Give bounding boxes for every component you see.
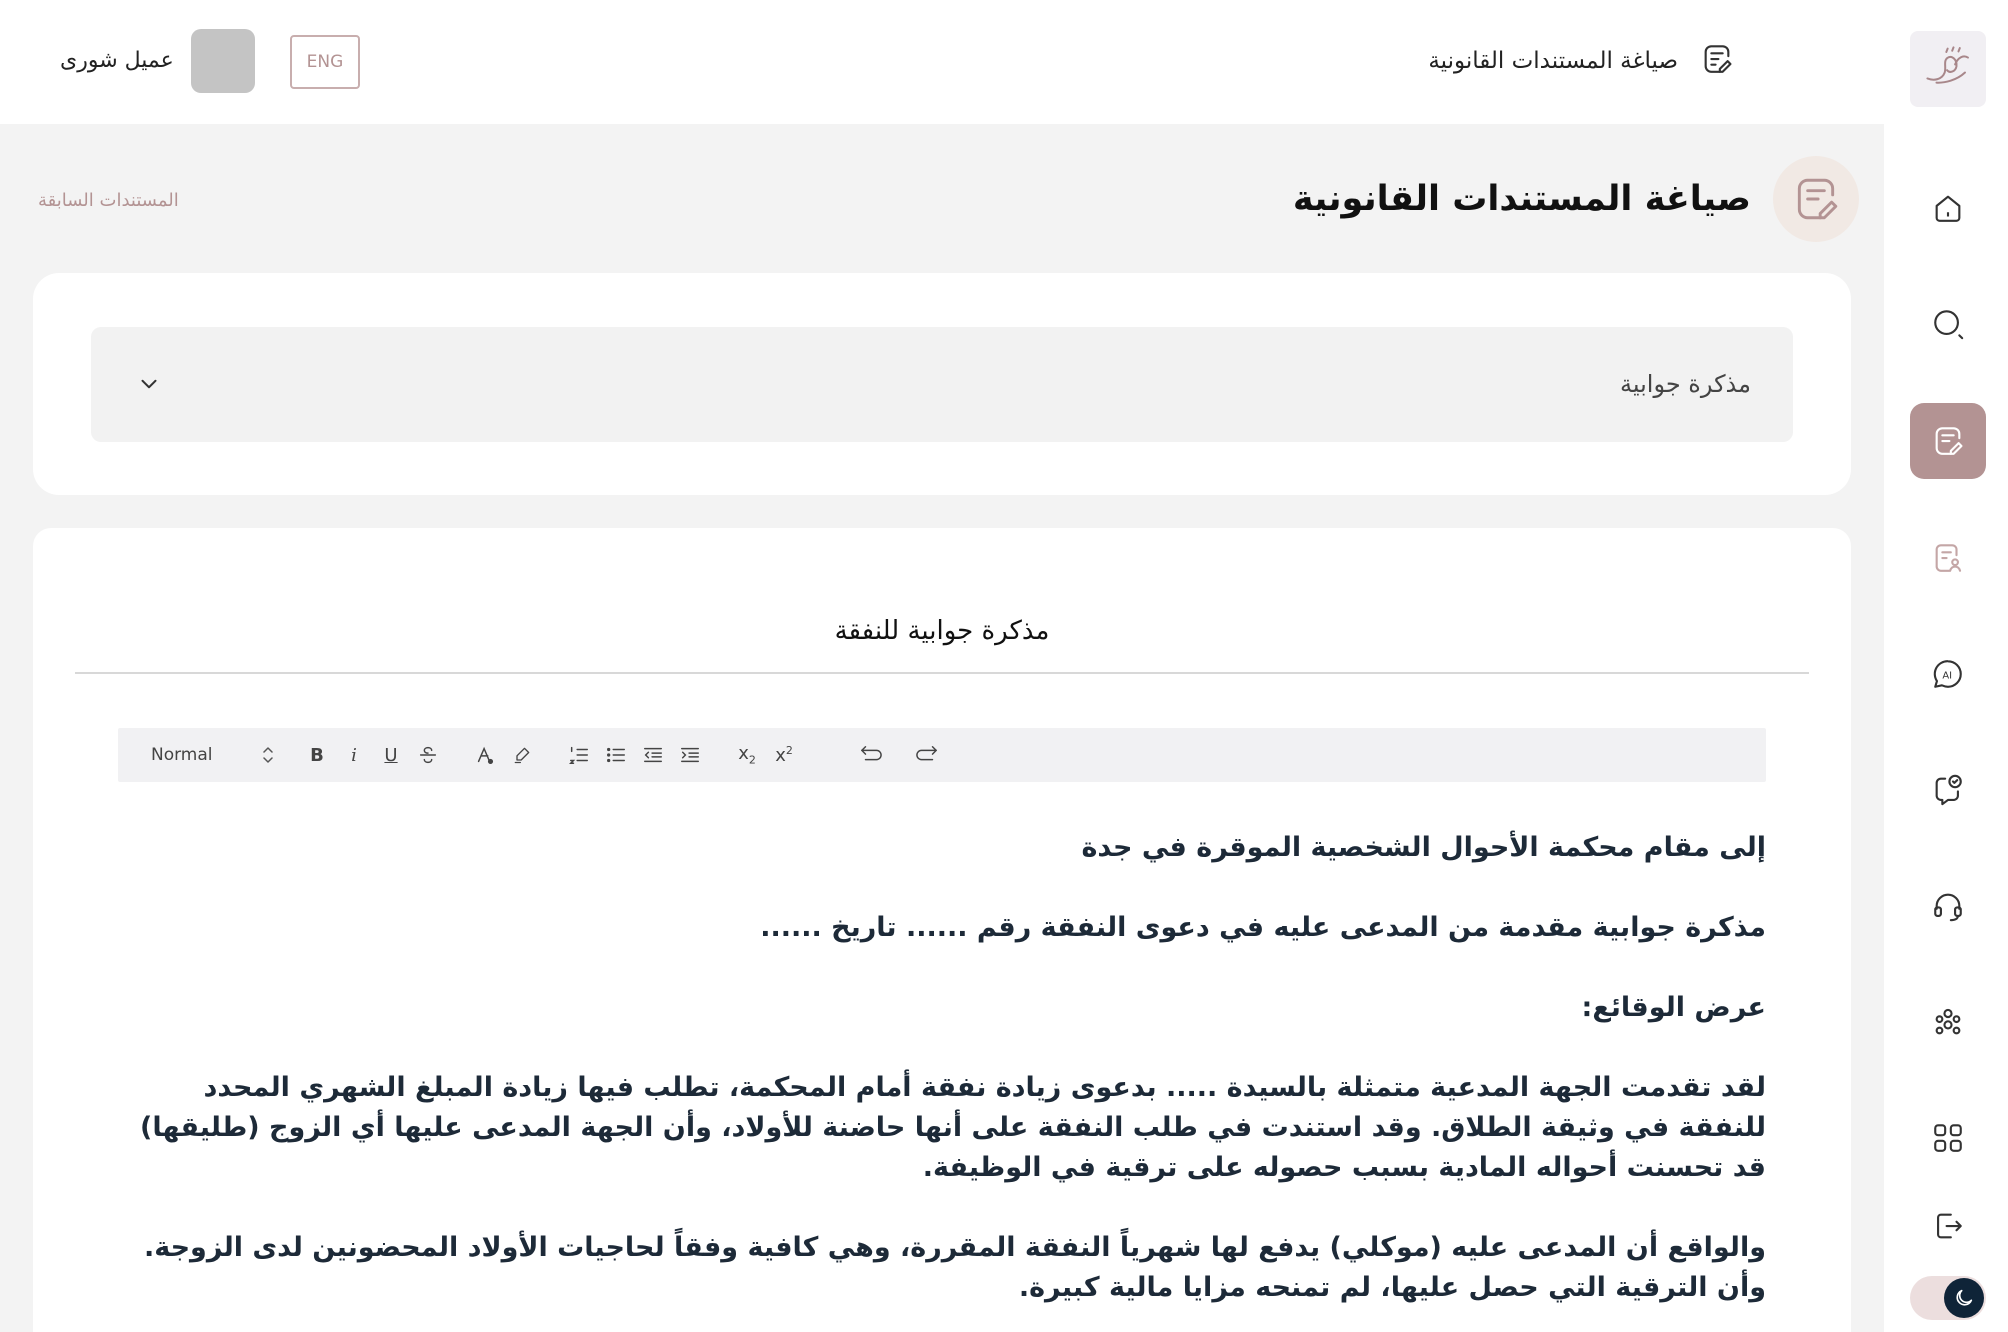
bold-label: B: [310, 744, 324, 766]
editor-content[interactable]: إلى مقام محكمة الأحوال الشخصية الموقرة ف…: [118, 828, 1766, 1332]
sidebar-item-ai-assistant[interactable]: AI: [1910, 636, 1986, 712]
bold-button[interactable]: B: [299, 736, 336, 774]
underline-label: U: [384, 744, 398, 766]
sidebar-item-document-review[interactable]: [1910, 520, 1986, 596]
consultation-check-icon: [1935, 774, 1962, 806]
topbar-title-group: صياغة المستندات القانونية: [1428, 42, 1734, 80]
indent-icon: [681, 747, 699, 763]
outdent-button[interactable]: [635, 736, 672, 774]
redo-icon: [915, 746, 937, 761]
document-type-selected-value: مذكرة جوابية: [1619, 370, 1751, 398]
highlight-button[interactable]: [504, 736, 541, 774]
indent-button[interactable]: [672, 736, 709, 774]
page-header: صياغة المستندات القانونية: [1293, 156, 1859, 242]
bullet-list-icon: [607, 747, 625, 763]
bullet-list-button[interactable]: [598, 736, 635, 774]
sidebar-item-search[interactable]: [1910, 286, 1986, 362]
sidebar-item-logout[interactable]: [1910, 1188, 1986, 1264]
apps-grid-icon: [1934, 1124, 1962, 1152]
ordered-list-button[interactable]: [561, 736, 598, 774]
chevron-down-icon: [136, 371, 162, 401]
page-icon: [1773, 156, 1859, 242]
headset-icon: [1934, 893, 1962, 922]
document-type-select[interactable]: مذكرة جوابية: [91, 327, 1793, 442]
team-icon: [1935, 1008, 1961, 1035]
strikethrough-icon: [419, 746, 437, 764]
user-name[interactable]: عميل شورى: [60, 48, 174, 73]
superscript-icon: x2: [775, 744, 793, 766]
ordered-list-icon: [568, 746, 588, 764]
document-user-icon: [1935, 544, 1962, 572]
redo-button[interactable]: [899, 736, 955, 774]
updown-icon: [262, 747, 273, 763]
undo-button[interactable]: [843, 736, 899, 774]
italic-label: i: [351, 744, 357, 766]
editor-toolbar: Normal B i U x2 x2: [118, 728, 1766, 782]
document-title: مذكرة جوابية للنفقة: [834, 616, 1050, 646]
logo-mark: [1915, 38, 1980, 100]
subscript-icon: x2: [738, 743, 756, 767]
strikethrough-button[interactable]: [410, 736, 447, 774]
sidebar-item-services[interactable]: [1910, 1100, 1986, 1176]
paragraph: عرض الوقائع:: [1581, 992, 1766, 1023]
app-logo[interactable]: [1910, 31, 1986, 107]
outdent-icon: [644, 747, 662, 763]
sidebar-item-legal-drafting[interactable]: [1910, 403, 1986, 479]
format-select[interactable]: Normal: [151, 744, 275, 766]
format-select-value: Normal: [151, 745, 213, 765]
document-edit-icon: [1797, 178, 1838, 220]
undo-icon: [860, 746, 882, 761]
document-edit-icon: [1700, 42, 1734, 80]
theme-toggle[interactable]: [1910, 1276, 1986, 1320]
editor-card: مذكرة جوابية للنفقة Normal B i U x2 x2 إ…: [33, 528, 1851, 1332]
italic-button[interactable]: i: [336, 736, 373, 774]
text-color-icon: [477, 746, 494, 764]
paragraph: والواقع أن المدعى عليه (موكلي) يدفع لها …: [143, 1232, 1766, 1303]
sidebar-item-team[interactable]: [1910, 984, 1986, 1060]
language-toggle-button[interactable]: ENG: [290, 35, 360, 89]
top-bar: صياغة المستندات القانونية ENG عميل شورى: [0, 0, 1884, 124]
logout-icon: [1937, 1213, 1962, 1239]
divider: [75, 672, 1809, 674]
superscript-button[interactable]: x2: [766, 736, 803, 774]
document-edit-icon: [1935, 427, 1963, 455]
moon-icon: [1944, 1278, 1984, 1318]
ai-chat-icon: AI: [1933, 660, 1962, 688]
svg-text:AI: AI: [1942, 670, 1952, 681]
underline-button[interactable]: U: [373, 736, 410, 774]
sidebar: AI: [1884, 0, 2008, 1332]
home-icon: [1935, 195, 1961, 222]
text-color-button[interactable]: [467, 736, 504, 774]
sidebar-item-consultations[interactable]: [1910, 752, 1986, 828]
previous-documents-link[interactable]: المستندات السابقة: [38, 190, 179, 211]
search-icon: [1934, 310, 1964, 340]
document-type-card: مذكرة جوابية: [33, 273, 1851, 495]
avatar[interactable]: [191, 29, 255, 93]
sidebar-item-support[interactable]: [1910, 868, 1986, 944]
topbar-title: صياغة المستندات القانونية: [1428, 48, 1678, 74]
sidebar-item-home[interactable]: [1910, 170, 1986, 246]
highlighter-icon: [514, 747, 530, 764]
paragraph: لقد تقدمت الجهة المدعية متمثلة بالسيدة .…: [140, 1072, 1766, 1183]
paragraph: مذكرة جوابية مقدمة من المدعى عليه في دعو…: [760, 912, 1766, 943]
paragraph: إلى مقام محكمة الأحوال الشخصية الموقرة ف…: [1081, 832, 1766, 863]
page-title: صياغة المستندات القانونية: [1292, 179, 1751, 219]
subscript-button[interactable]: x2: [729, 736, 766, 774]
